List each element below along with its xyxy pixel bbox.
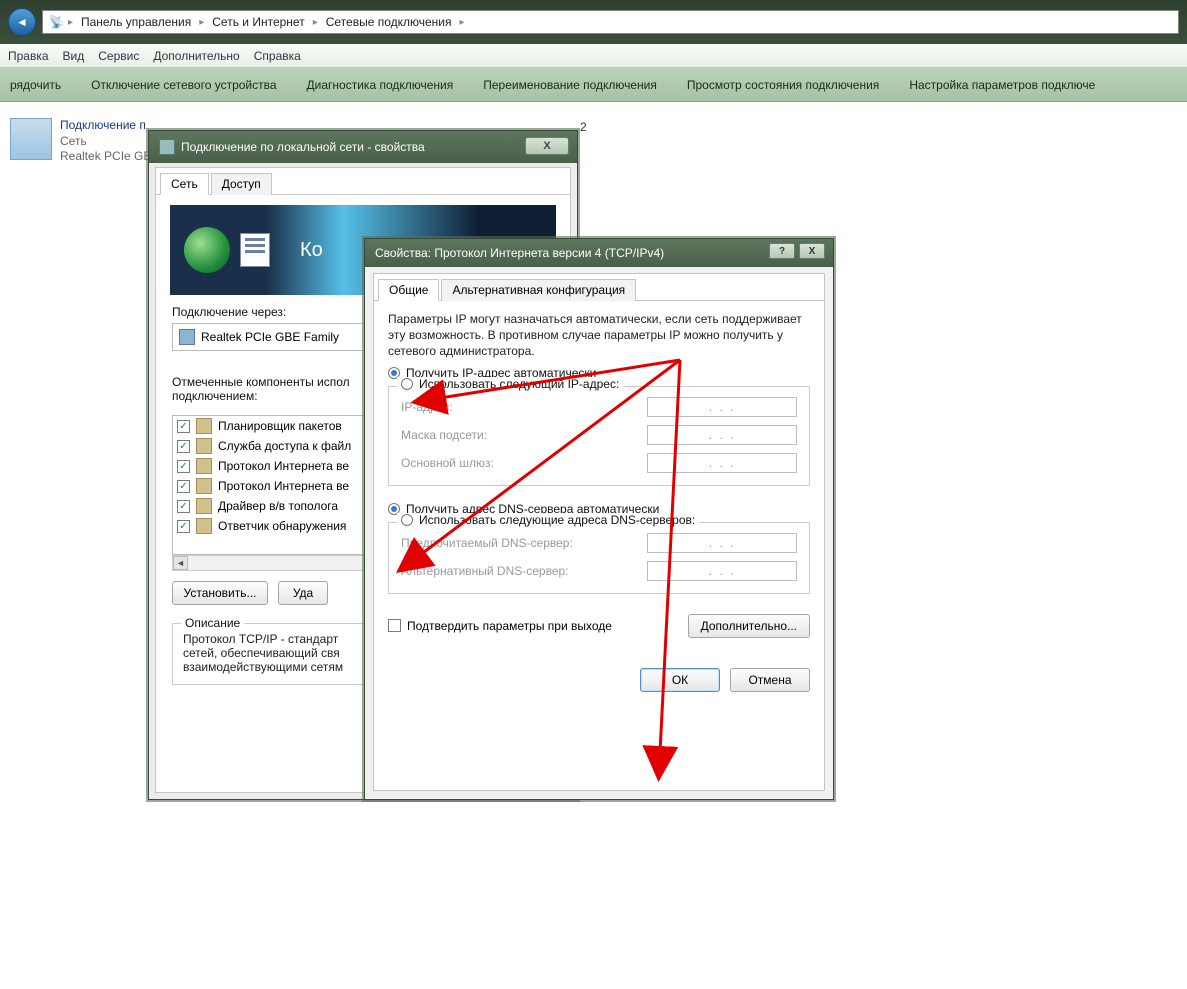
confirm-checkbox[interactable]: ✓ (388, 619, 401, 632)
info-text: Параметры IP могут назначаться автоматич… (374, 301, 824, 360)
network-adapter-icon (10, 118, 52, 160)
scroll-left-icon[interactable]: ◄ (173, 556, 188, 570)
menu-bar: Правка Вид Сервис Дополнительно Справка (0, 44, 1187, 68)
checkbox[interactable]: ✓ (177, 480, 190, 493)
subnet-label: Маска подсети: (401, 428, 487, 442)
checkbox[interactable]: ✓ (177, 440, 190, 453)
close-button[interactable]: X (799, 243, 825, 259)
checkbox[interactable]: ✓ (177, 420, 190, 433)
toolbar-rename[interactable]: Переименование подключения (483, 78, 657, 92)
component-icon (196, 458, 212, 474)
tab-strip: Сеть Доступ (156, 168, 570, 195)
close-button[interactable]: X (525, 137, 569, 155)
cancel-button[interactable]: Отмена (730, 668, 810, 692)
help-button[interactable]: ? (769, 243, 795, 259)
dns-preferred-label: Предпочитаемый DNS-сервер: (401, 536, 573, 550)
dialog-title-text: Свойства: Протокол Интернета версии 4 (T… (375, 246, 664, 260)
banner-text: Ко (300, 239, 323, 262)
radio-button-icon (401, 514, 413, 526)
nav-back-button[interactable]: ◄ (8, 8, 36, 36)
toolbar: рядочить Отключение сетевого устройства … (0, 68, 1187, 102)
breadcrumb-item[interactable]: Сеть и Интернет (208, 15, 308, 29)
menu-help[interactable]: Справка (254, 49, 301, 63)
toolbar-status[interactable]: Просмотр состояния подключения (687, 78, 879, 92)
folder-icon: 📡 (49, 15, 64, 29)
toolbar-organize[interactable]: рядочить (10, 78, 61, 92)
adapter-icon (179, 329, 195, 345)
connection-item[interactable]: Подключение п Сеть Realtek PCIe GB (10, 118, 151, 165)
toolbar-diagnose[interactable]: Диагностика подключения (307, 78, 454, 92)
ip-manual-group: Использовать следующий IP-адрес: IP-адре… (388, 386, 810, 486)
ok-button[interactable]: ОК (640, 668, 720, 692)
menu-edit[interactable]: Правка (8, 49, 49, 63)
tab-alternative[interactable]: Альтернативная конфигурация (441, 279, 636, 301)
checkbox[interactable]: ✓ (177, 520, 190, 533)
component-icon (196, 518, 212, 534)
dialog-titlebar[interactable]: Свойства: Протокол Интернета версии 4 (T… (365, 239, 833, 267)
ip-address-field[interactable]: . . . (647, 397, 797, 417)
tab-access[interactable]: Доступ (211, 173, 272, 195)
gateway-field[interactable]: . . . (647, 453, 797, 473)
component-icon (196, 478, 212, 494)
menu-extra[interactable]: Дополнительно (153, 49, 239, 63)
connection-adapter: Realtek PCIe GB (60, 149, 151, 165)
dns-preferred-field[interactable]: . . . (647, 533, 797, 553)
breadcrumb-item[interactable]: Сетевые подключения (322, 15, 456, 29)
tab-strip: Общие Альтернативная конфигурация (374, 274, 824, 301)
dialog-titlebar[interactable]: Подключение по локальной сети - свойства… (149, 131, 577, 163)
globe-icon (184, 227, 230, 273)
dialog-title-text: Подключение по локальной сети - свойства (181, 140, 425, 154)
subnet-field[interactable]: . . . (647, 425, 797, 445)
radio-ip-manual[interactable]: Использовать следующий IP-адрес: (397, 377, 623, 391)
advanced-button[interactable]: Дополнительно... (688, 614, 810, 638)
connection-name: Подключение п (60, 118, 151, 134)
radio-dns-manual[interactable]: Использовать следующие адреса DNS-сервер… (397, 513, 699, 527)
dialog-icon (159, 139, 175, 155)
description-legend: Описание (181, 616, 244, 630)
toolbar-disable[interactable]: Отключение сетевого устройства (91, 78, 276, 92)
dns-alt-field[interactable]: . . . (647, 561, 797, 581)
breadcrumb[interactable]: 📡 ▸ Панель управления ▸ Сеть и Интернет … (42, 10, 1179, 34)
checklist-icon (240, 233, 270, 267)
radio-button-icon (401, 378, 413, 390)
tab-general[interactable]: Общие (378, 279, 439, 301)
component-icon (196, 498, 212, 514)
menu-view[interactable]: Вид (63, 49, 85, 63)
device-name: Realtek PCIe GBE Family (201, 330, 339, 344)
uninstall-button[interactable]: Уда (278, 581, 328, 605)
connection-item-2-suffix: 2 (580, 120, 587, 134)
toolbar-settings[interactable]: Настройка параметров подключе (909, 78, 1095, 92)
gateway-label: Основной шлюз: (401, 456, 494, 470)
connection-status: Сеть (60, 134, 151, 150)
checkbox[interactable]: ✓ (177, 460, 190, 473)
menu-service[interactable]: Сервис (98, 49, 139, 63)
tab-network[interactable]: Сеть (160, 173, 209, 195)
confirm-label: Подтвердить параметры при выходе (407, 619, 612, 633)
window-frame-top: ◄ 📡 ▸ Панель управления ▸ Сеть и Интерне… (0, 0, 1187, 44)
dns-alt-label: Альтернативный DNS-сервер: (401, 564, 569, 578)
component-icon (196, 418, 212, 434)
ipv4-properties-dialog: Свойства: Протокол Интернета версии 4 (T… (364, 238, 834, 800)
breadcrumb-item[interactable]: Панель управления (77, 15, 195, 29)
install-button[interactable]: Установить... (172, 581, 268, 605)
checkbox[interactable]: ✓ (177, 500, 190, 513)
ip-address-label: IP-адрес: (401, 400, 453, 414)
dns-manual-group: Использовать следующие адреса DNS-сервер… (388, 522, 810, 594)
component-icon (196, 438, 212, 454)
